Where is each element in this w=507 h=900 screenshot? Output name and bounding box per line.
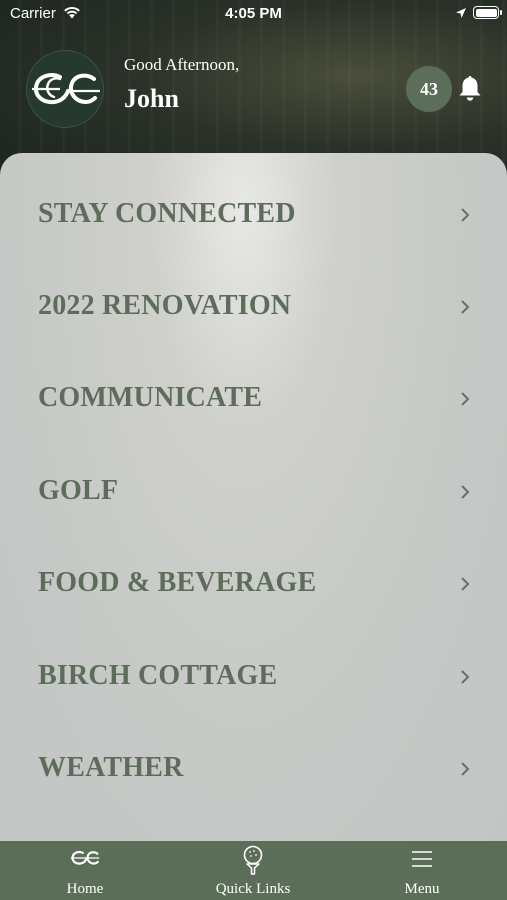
tab-quick-links[interactable]: Quick Links	[168, 841, 338, 900]
chevron-right-icon	[461, 208, 470, 222]
menu-item-food-beverage[interactable]: FOOD & BEVERAGE	[0, 537, 507, 629]
hamburger-menu-icon	[412, 851, 432, 867]
menu-item-label: 2022 RENOVATION	[38, 290, 292, 321]
golf-ball-tee-icon	[243, 845, 263, 875]
oc-monogram-icon	[70, 851, 100, 865]
location-arrow-icon	[456, 8, 466, 18]
menu-item-communicate[interactable]: COMMUNICATE	[0, 352, 507, 444]
battery-icon	[473, 6, 502, 19]
club-logo[interactable]	[26, 50, 104, 128]
chevron-right-icon	[461, 485, 470, 499]
main-menu-panel: STAY CONNECTED 2022 RENOVATION COMMUNICA…	[0, 153, 507, 843]
tab-home[interactable]: Home	[0, 841, 170, 900]
menu-item-label: FOOD & BEVERAGE	[38, 567, 317, 598]
notification-count-badge[interactable]: 43	[406, 66, 452, 112]
menu-item-birch-cottage[interactable]: BIRCH COTTAGE	[0, 630, 507, 722]
menu-item-weather[interactable]: WEATHER	[0, 722, 507, 814]
menu-item-label: GOLF	[38, 475, 119, 506]
menu-item-label: WEATHER	[38, 752, 184, 783]
chevron-right-icon	[461, 762, 470, 776]
tab-menu-label: Menu	[404, 881, 440, 897]
tab-menu[interactable]: Menu	[337, 841, 507, 900]
chevron-right-icon	[461, 670, 470, 684]
menu-item-stay-connected[interactable]: STAY CONNECTED	[0, 168, 507, 260]
chevron-right-icon	[461, 300, 470, 314]
status-bar: Carrier 4:05 PM	[0, 0, 507, 28]
tab-quick-links-label: Quick Links	[215, 881, 291, 897]
menu-item-2022-renovation[interactable]: 2022 RENOVATION	[0, 260, 507, 352]
menu-item-label: COMMUNICATE	[38, 382, 263, 413]
menu-item-label: BIRCH COTTAGE	[38, 660, 278, 691]
menu-item-golf[interactable]: GOLF	[0, 445, 507, 537]
chevron-right-icon	[461, 577, 470, 591]
bell-icon[interactable]	[458, 74, 482, 102]
tab-home-label: Home	[66, 881, 104, 897]
user-name: John	[124, 84, 179, 113]
bottom-tab-bar: Home Quick Links Menu	[0, 841, 507, 900]
menu-item-label: STAY CONNECTED	[38, 198, 296, 229]
greeting-text: Good Afternoon,	[124, 55, 240, 74]
chevron-right-icon	[461, 392, 470, 406]
status-time: 4:05 PM	[225, 5, 282, 22]
oc-monogram-icon	[32, 73, 100, 105]
